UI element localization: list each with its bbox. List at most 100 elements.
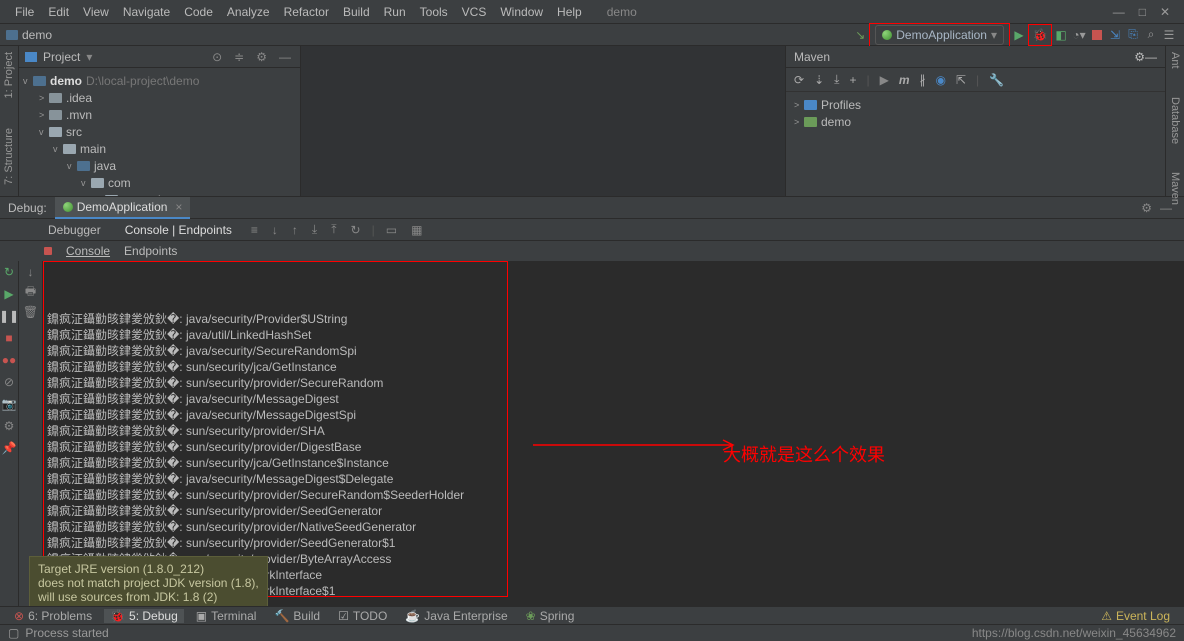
console-tab[interactable]: Console bbox=[66, 244, 110, 258]
print-icon[interactable]: 🖶 bbox=[24, 285, 38, 299]
run-icon[interactable]: ▶ bbox=[1010, 26, 1028, 44]
menu-run[interactable]: Run bbox=[377, 5, 413, 19]
update-icon[interactable]: ⇲ bbox=[1106, 26, 1124, 44]
debugger-tab[interactable]: Debugger bbox=[40, 221, 109, 239]
window-close-icon[interactable]: ✕ bbox=[1160, 5, 1170, 19]
close-tab-icon[interactable]: × bbox=[175, 200, 182, 214]
menu-analyze[interactable]: Analyze bbox=[220, 5, 277, 19]
show-dependencies-icon[interactable]: ◉ bbox=[935, 73, 945, 87]
step-out-icon[interactable]: ↑ bbox=[289, 223, 301, 237]
expand-all-icon[interactable]: ≑ bbox=[231, 50, 247, 64]
menu-tools[interactable]: Tools bbox=[413, 5, 455, 19]
hammer-build-icon[interactable]: ↘ bbox=[851, 26, 869, 44]
terminal-tab[interactable]: ▣Terminal bbox=[190, 609, 263, 623]
hide-icon[interactable]: — bbox=[1145, 50, 1157, 64]
git-icon[interactable]: ⎘ bbox=[1124, 26, 1142, 44]
hide-icon[interactable]: — bbox=[1156, 201, 1176, 215]
settings-icon[interactable]: ☰ bbox=[1160, 26, 1178, 44]
tool-structure-tab[interactable]: 7: Structure bbox=[3, 128, 15, 185]
force-step-icon[interactable]: ⤓ bbox=[309, 222, 320, 237]
breadcrumb[interactable]: demo bbox=[6, 28, 52, 42]
hide-icon[interactable]: — bbox=[276, 50, 294, 64]
console-endpoints-tab[interactable]: Console | Endpoints bbox=[117, 221, 240, 239]
evaluate-icon[interactable]: ▭ bbox=[383, 223, 400, 237]
select-opened-file-icon[interactable]: ⊙ bbox=[209, 50, 225, 64]
build-tab[interactable]: 🔨Build bbox=[268, 609, 326, 623]
window-minimize-icon[interactable]: — bbox=[1113, 5, 1125, 19]
tool-database-tab[interactable]: Database bbox=[1169, 97, 1181, 144]
m-icon[interactable]: m bbox=[899, 73, 910, 87]
menu-navigate[interactable]: Navigate bbox=[116, 5, 177, 19]
reimport-icon[interactable]: ⟳ bbox=[794, 73, 804, 87]
tree-item[interactable]: vcom bbox=[19, 174, 300, 191]
add-maven-project-icon[interactable]: + bbox=[849, 73, 856, 87]
status-box-icon[interactable]: ▢ bbox=[8, 626, 19, 640]
tool-ant-tab[interactable]: Ant bbox=[1169, 52, 1181, 69]
collapse-all-icon[interactable]: ⇱ bbox=[956, 73, 966, 87]
gear-icon[interactable]: ⚙ bbox=[1134, 50, 1145, 64]
javaee-tab[interactable]: ☕Java Enterprise bbox=[399, 609, 513, 623]
trace-icon[interactable]: ▦ bbox=[408, 223, 425, 237]
menu-file[interactable]: File bbox=[8, 5, 41, 19]
todo-tab[interactable]: ☑TODO bbox=[332, 609, 393, 623]
drop-frame-icon[interactable]: ↻ bbox=[348, 223, 364, 237]
menu-edit[interactable]: Edit bbox=[41, 5, 76, 19]
scroll-to-end-icon[interactable]: ↓ bbox=[24, 265, 38, 279]
settings-icon[interactable]: ⚙ bbox=[2, 419, 16, 433]
menu-build[interactable]: Build bbox=[336, 5, 377, 19]
search-everywhere-icon[interactable]: ⌕ bbox=[1142, 26, 1160, 44]
menu-view[interactable]: View bbox=[76, 5, 116, 19]
menu-refactor[interactable]: Refactor bbox=[277, 5, 336, 19]
maven-tree[interactable]: >Profiles>demo bbox=[786, 92, 1165, 134]
coverage-icon[interactable]: ◧ bbox=[1052, 26, 1070, 44]
spring-tab[interactable]: ❀Spring bbox=[520, 609, 581, 623]
menu-code[interactable]: Code bbox=[177, 5, 220, 19]
generate-sources-icon[interactable]: ⇣ bbox=[814, 73, 824, 87]
gear-icon[interactable]: ⚙ bbox=[253, 50, 270, 64]
chevron-down-icon[interactable]: ▾ bbox=[86, 50, 92, 64]
spring-icon bbox=[63, 202, 73, 212]
step-into-icon[interactable]: ↓ bbox=[269, 223, 281, 237]
problems-tab[interactable]: ⊗6: Problems bbox=[8, 609, 98, 623]
debug-tab[interactable]: 🐞5: Debug bbox=[104, 609, 184, 623]
menu-help[interactable]: Help bbox=[550, 5, 589, 19]
debug-session-tab[interactable]: DemoApplication × bbox=[55, 197, 191, 219]
window-maximize-icon[interactable]: □ bbox=[1139, 5, 1146, 19]
maven-settings-icon[interactable]: 🔧 bbox=[989, 73, 1004, 87]
gear-icon[interactable]: ⚙ bbox=[1137, 201, 1156, 215]
mute-breakpoints-icon[interactable]: ⊘ bbox=[2, 375, 16, 389]
run-to-cursor-icon[interactable]: ⤒ bbox=[328, 222, 339, 237]
stop-icon[interactable] bbox=[1088, 26, 1106, 44]
tree-item[interactable]: >.idea bbox=[19, 89, 300, 106]
rerun-icon[interactable]: ↻ bbox=[2, 265, 16, 279]
pin-icon[interactable]: 📌 bbox=[2, 441, 16, 455]
debug-tabs-row: Debugger Console | Endpoints ≡ ↓ ↑ ⤓ ⤒ ↻… bbox=[0, 219, 1184, 241]
view-breakpoints-icon[interactable]: ●● bbox=[2, 353, 16, 367]
event-log-tab[interactable]: ⚠Event Log bbox=[1095, 609, 1176, 623]
toggle-skip-tests-icon[interactable]: ∦ bbox=[919, 73, 925, 87]
debug-icon[interactable]: 🐞 bbox=[1031, 26, 1049, 44]
resume-icon[interactable]: ▶ bbox=[2, 287, 16, 301]
clear-all-icon[interactable]: 🗑 bbox=[24, 305, 38, 319]
menu-window[interactable]: Window bbox=[493, 5, 550, 19]
tree-item[interactable]: vexample bbox=[19, 191, 300, 196]
tool-project-tab[interactable]: 1: Project bbox=[3, 52, 15, 98]
project-tree[interactable]: v demo D:\local-project\demo >.idea>.mvn… bbox=[19, 68, 300, 196]
tree-root-name: demo bbox=[50, 74, 82, 88]
pause-icon[interactable]: ❚❚ bbox=[2, 309, 16, 323]
tree-item[interactable]: >.mvn bbox=[19, 106, 300, 123]
maven-tree-item[interactable]: >Profiles bbox=[786, 96, 1165, 113]
step-over-icon[interactable]: ≡ bbox=[248, 223, 261, 237]
tree-item[interactable]: vmain bbox=[19, 140, 300, 157]
dump-threads-icon[interactable]: 📷 bbox=[2, 397, 16, 411]
endpoints-tab[interactable]: Endpoints bbox=[124, 244, 177, 258]
stop-icon[interactable]: ■ bbox=[2, 331, 16, 345]
maven-tree-item[interactable]: >demo bbox=[786, 113, 1165, 130]
profiler-icon[interactable]: ◔▾ bbox=[1070, 26, 1088, 44]
run-maven-icon[interactable]: ▶ bbox=[880, 73, 889, 87]
tree-item[interactable]: vsrc bbox=[19, 123, 300, 140]
tree-item[interactable]: vjava bbox=[19, 157, 300, 174]
run-config-selector[interactable]: DemoApplication ▾ bbox=[875, 25, 1004, 45]
download-sources-icon[interactable]: ⤓ bbox=[834, 72, 839, 87]
menu-vcs[interactable]: VCS bbox=[455, 5, 494, 19]
